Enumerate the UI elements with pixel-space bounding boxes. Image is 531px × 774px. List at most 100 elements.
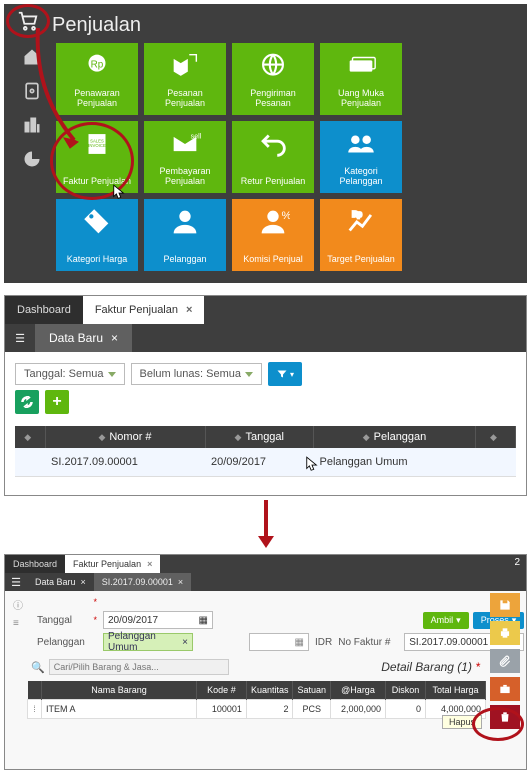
tile-pesanan[interactable]: Pesanan Penjualan bbox=[144, 43, 226, 115]
chevron-down-icon bbox=[108, 372, 116, 377]
tile-penawaran[interactable]: Rp Penawaran Penjualan bbox=[56, 43, 138, 115]
ambil-button[interactable]: Ambil▾ bbox=[423, 612, 469, 629]
svg-text:Rp: Rp bbox=[91, 59, 104, 70]
home-icon[interactable] bbox=[22, 47, 42, 67]
attach-button[interactable] bbox=[490, 649, 520, 673]
close-icon[interactable]: × bbox=[147, 559, 152, 569]
label-currency: IDR bbox=[315, 637, 332, 648]
form-side-icons: ⓘ ≡ bbox=[13, 597, 31, 629]
close-icon[interactable]: × bbox=[178, 577, 183, 587]
label-tanggal: Tanggal bbox=[37, 615, 97, 626]
col-select[interactable]: ◆ bbox=[15, 426, 45, 448]
tab-faktur[interactable]: Faktur Penjualan× bbox=[65, 555, 160, 573]
tile-label: Uang Muka Penjualan bbox=[322, 89, 400, 109]
tile-target[interactable]: RpTarget Penjualan bbox=[320, 199, 402, 271]
tile-faktur[interactable]: SALESINVOICEFaktur Penjualan bbox=[56, 121, 138, 193]
tab-dashboard[interactable]: Dashboard bbox=[5, 555, 65, 573]
invoice-table: ◆ ◆Nomor # ◆Tanggal ◆Pelanggan ◆ SI.2017… bbox=[15, 426, 516, 477]
close-icon[interactable]: × bbox=[186, 304, 192, 316]
list-icon[interactable]: ≡ bbox=[13, 618, 31, 629]
tab-dashboard[interactable]: Dashboard bbox=[5, 296, 83, 324]
cursor-pointer-icon bbox=[112, 184, 126, 202]
col-satuan[interactable]: Satuan bbox=[293, 681, 331, 700]
filter-lunas[interactable]: Belum lunas: Semua bbox=[131, 363, 263, 385]
tile-kategori-pelanggan[interactable]: Kategori Pelanggan bbox=[320, 121, 402, 193]
col-pelanggan[interactable]: ◆Pelanggan bbox=[314, 426, 476, 448]
menu-icon[interactable]: ☰ bbox=[5, 573, 27, 591]
tab-faktur[interactable]: Faktur Penjualan × bbox=[83, 296, 205, 324]
close-icon[interactable]: × bbox=[111, 331, 118, 345]
cell-kode: 100001 bbox=[196, 700, 246, 719]
col-qty[interactable]: Kuantitas bbox=[246, 681, 293, 700]
search-icon: 🔍 bbox=[31, 661, 45, 674]
subtab-doc[interactable]: SI.2017.09.00001× bbox=[94, 573, 191, 591]
col-diskon[interactable]: Diskon bbox=[386, 681, 426, 700]
add-button[interactable]: + bbox=[45, 390, 69, 414]
svg-text:INVOICE: INVOICE bbox=[88, 143, 106, 148]
tile-label: Komisi Penjual bbox=[243, 255, 303, 265]
tab-label: Faktur Penjualan bbox=[95, 304, 178, 316]
annotation-arrow-2 bbox=[256, 500, 276, 550]
subtab-databaru[interactable]: Data Baru × bbox=[35, 324, 132, 352]
table-row[interactable]: ⁞ ITEM A 100001 2 PCS 2,000,000 0 4,000,… bbox=[28, 700, 486, 719]
table-header-row: Nama Barang Kode # Kuantitas Satuan @Har… bbox=[28, 681, 486, 700]
save-button[interactable] bbox=[490, 593, 520, 617]
tile-label: Pelanggan bbox=[163, 255, 206, 265]
field-tanggal[interactable]: 20/09/2017▦ bbox=[103, 611, 213, 629]
tile-label: Pengiriman Pesanan bbox=[234, 89, 312, 109]
delete-button[interactable] bbox=[490, 705, 520, 729]
label-pelanggan: Pelanggan bbox=[37, 637, 97, 648]
print-button[interactable] bbox=[490, 621, 520, 645]
tile-pelanggan[interactable]: Pelanggan bbox=[144, 199, 226, 271]
cell-nama: ITEM A bbox=[42, 700, 197, 719]
info-icon[interactable]: ⓘ bbox=[13, 597, 31, 612]
subtab-label: Data Baru bbox=[49, 331, 103, 345]
col-kode[interactable]: Kode # bbox=[196, 681, 246, 700]
menu-icon[interactable]: ☰ bbox=[5, 324, 35, 352]
svg-text:%: % bbox=[282, 210, 291, 222]
tabbar: Dashboard Faktur Penjualan × bbox=[5, 296, 526, 324]
cell-harga: 2,000,000 bbox=[331, 700, 386, 719]
cart-icon bbox=[14, 10, 42, 32]
calendar-icon[interactable]: ▦ bbox=[199, 615, 208, 626]
tile-label: Pesanan Penjualan bbox=[146, 89, 224, 109]
search-input[interactable] bbox=[49, 659, 229, 675]
cell-qty: 2 bbox=[246, 700, 293, 719]
col-handle bbox=[28, 681, 42, 700]
table-row[interactable]: SI.2017.09.00001 20/09/2017 Pelanggan Um… bbox=[15, 448, 516, 477]
field-pelanggan[interactable]: Pelanggan Umum× bbox=[103, 633, 193, 651]
chevron-down-icon: ▾ bbox=[290, 370, 294, 379]
tile-label: Penawaran Penjualan bbox=[58, 89, 136, 109]
col-nama[interactable]: Nama Barang bbox=[42, 681, 197, 700]
tile-pengiriman[interactable]: Pengiriman Pesanan bbox=[232, 43, 314, 115]
tile-komisi[interactable]: % Komisi Penjual bbox=[232, 199, 314, 271]
col-extra[interactable]: ◆ bbox=[476, 426, 516, 448]
left-rail bbox=[14, 43, 50, 271]
company-icon[interactable] bbox=[22, 115, 42, 135]
cell-pelanggan: Pelanggan Umum bbox=[314, 448, 476, 477]
tile-retur[interactable]: Retur Penjualan bbox=[232, 121, 314, 193]
close-icon[interactable]: × bbox=[81, 577, 86, 587]
report-icon[interactable] bbox=[22, 149, 42, 169]
tile-uangmuka[interactable]: Uang Muka Penjualan bbox=[320, 43, 402, 115]
tile-pembayaran[interactable]: sellPembayaran Penjualan bbox=[144, 121, 226, 193]
detail-title: Detail Barang (1) * bbox=[233, 660, 486, 674]
col-nomor[interactable]: ◆Nomor # bbox=[45, 426, 205, 448]
subtab-databaru[interactable]: Data Baru× bbox=[27, 573, 94, 591]
field-extra[interactable]: ▦ bbox=[249, 633, 309, 651]
module-tiles: RpPenawaran Penjualan Pesanan Penjualan … bbox=[56, 43, 517, 271]
col-harga[interactable]: @Harga bbox=[331, 681, 386, 700]
db-icon[interactable] bbox=[22, 81, 42, 101]
col-total[interactable]: Total Harga bbox=[426, 681, 486, 700]
subtabbar: ☰ Data Baru× SI.2017.09.00001× bbox=[5, 573, 526, 591]
tab-count: 2 bbox=[508, 555, 526, 573]
col-tanggal[interactable]: ◆Tanggal bbox=[205, 426, 314, 448]
subtabbar: ☰ Data Baru × bbox=[5, 324, 526, 352]
filter-tanggal[interactable]: Tanggal: Semua bbox=[15, 363, 125, 385]
filter-button[interactable]: ▾ bbox=[268, 362, 302, 386]
table-header-row: ◆ ◆Nomor # ◆Tanggal ◆Pelanggan ◆ bbox=[15, 426, 516, 448]
refresh-button[interactable] bbox=[15, 390, 39, 414]
briefcase-button[interactable] bbox=[490, 677, 520, 701]
svg-text:sell: sell bbox=[191, 132, 202, 140]
tile-kategori-harga[interactable]: Kategori Harga bbox=[56, 199, 138, 271]
